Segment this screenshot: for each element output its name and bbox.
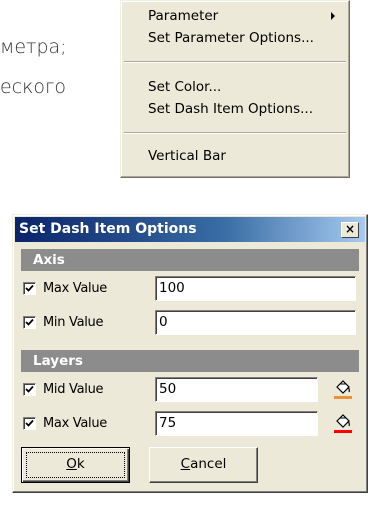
menu-item-label: Set Parameter Options...	[148, 30, 314, 46]
menu-separator	[124, 132, 346, 134]
axis-min-value-input[interactable]: 0	[155, 310, 356, 335]
context-menu: Parameter Set Parameter Options... Set C…	[120, 0, 350, 178]
layers-max-value-label: Max Value	[43, 416, 108, 431]
cancel-button[interactable]: Cancel	[149, 447, 258, 483]
menu-item-label: Parameter	[148, 8, 219, 24]
document-line: еского	[0, 76, 66, 98]
dialog-title: Set Dash Item Options	[19, 221, 197, 237]
checkmark-icon	[25, 419, 34, 427]
screen: метра; еского Parameter Set Parameter Op…	[0, 0, 372, 513]
checkmark-icon	[25, 385, 34, 393]
cancel-mnemonic: C	[180, 456, 191, 472]
ok-button-label: Ok	[66, 456, 84, 472]
paint-bucket-icon	[334, 380, 352, 399]
menu-item-label: Set Dash Item Options...	[148, 101, 313, 117]
menu-item-label: Vertical Bar	[148, 148, 226, 164]
section-header-axis: Axis	[21, 249, 359, 271]
cancel-label-rest: ancel	[190, 456, 227, 472]
ok-mnemonic: O	[66, 456, 77, 472]
axis-max-value-input[interactable]: 100	[155, 276, 356, 301]
mid-value-color-button[interactable]	[333, 378, 353, 400]
document-text: метра; еского	[0, 27, 67, 107]
axis-max-value-checkbox[interactable]	[23, 282, 36, 295]
layers-mid-value-row: Mid Value 50	[23, 377, 359, 405]
section-header-layers: Layers	[21, 350, 359, 372]
menu-item-parameter[interactable]: Parameter	[148, 5, 343, 27]
menu-item-label: Set Color...	[148, 79, 222, 95]
max-value-color-swatch	[334, 430, 352, 433]
checkmark-icon	[25, 284, 34, 292]
max-value-color-button[interactable]	[333, 412, 353, 434]
ok-label-rest: k	[76, 456, 85, 472]
axis-min-value-checkbox[interactable]	[23, 316, 36, 329]
paint-bucket-icon	[334, 414, 352, 433]
checkmark-icon	[25, 318, 34, 326]
layers-mid-value-input[interactable]: 50	[155, 377, 318, 402]
axis-min-value-label: Min Value	[43, 315, 104, 330]
layers-max-value-input[interactable]: 75	[155, 411, 318, 436]
ok-button[interactable]: Ok	[21, 447, 130, 483]
section-header-label: Layers	[33, 353, 83, 369]
layers-mid-value-checkbox[interactable]	[23, 383, 36, 396]
menu-item-vertical-bar[interactable]: Vertical Bar	[148, 145, 343, 167]
dialog-titlebar[interactable]: Set Dash Item Options ×	[15, 217, 365, 242]
axis-max-value-label: Max Value	[43, 281, 108, 296]
menu-separator	[124, 61, 346, 63]
menu-item-set-color[interactable]: Set Color...	[148, 76, 343, 98]
section-header-label: Axis	[33, 252, 65, 268]
layers-max-value-checkbox[interactable]	[23, 417, 36, 430]
layers-mid-value-label: Mid Value	[43, 382, 104, 397]
cancel-button-label: Cancel	[181, 456, 227, 472]
menu-item-set-dash-item-options[interactable]: Set Dash Item Options...	[148, 98, 343, 120]
close-icon: ×	[344, 222, 356, 236]
close-button[interactable]: ×	[341, 222, 359, 238]
menu-item-set-parameter-options[interactable]: Set Parameter Options...	[148, 27, 343, 49]
document-line: метра;	[0, 36, 67, 58]
set-dash-item-options-dialog: Set Dash Item Options × Axis Max Value 1…	[12, 214, 368, 493]
layers-max-value-row: Max Value 75	[23, 411, 359, 439]
mid-value-color-swatch	[334, 396, 352, 399]
submenu-arrow-icon	[331, 12, 335, 20]
